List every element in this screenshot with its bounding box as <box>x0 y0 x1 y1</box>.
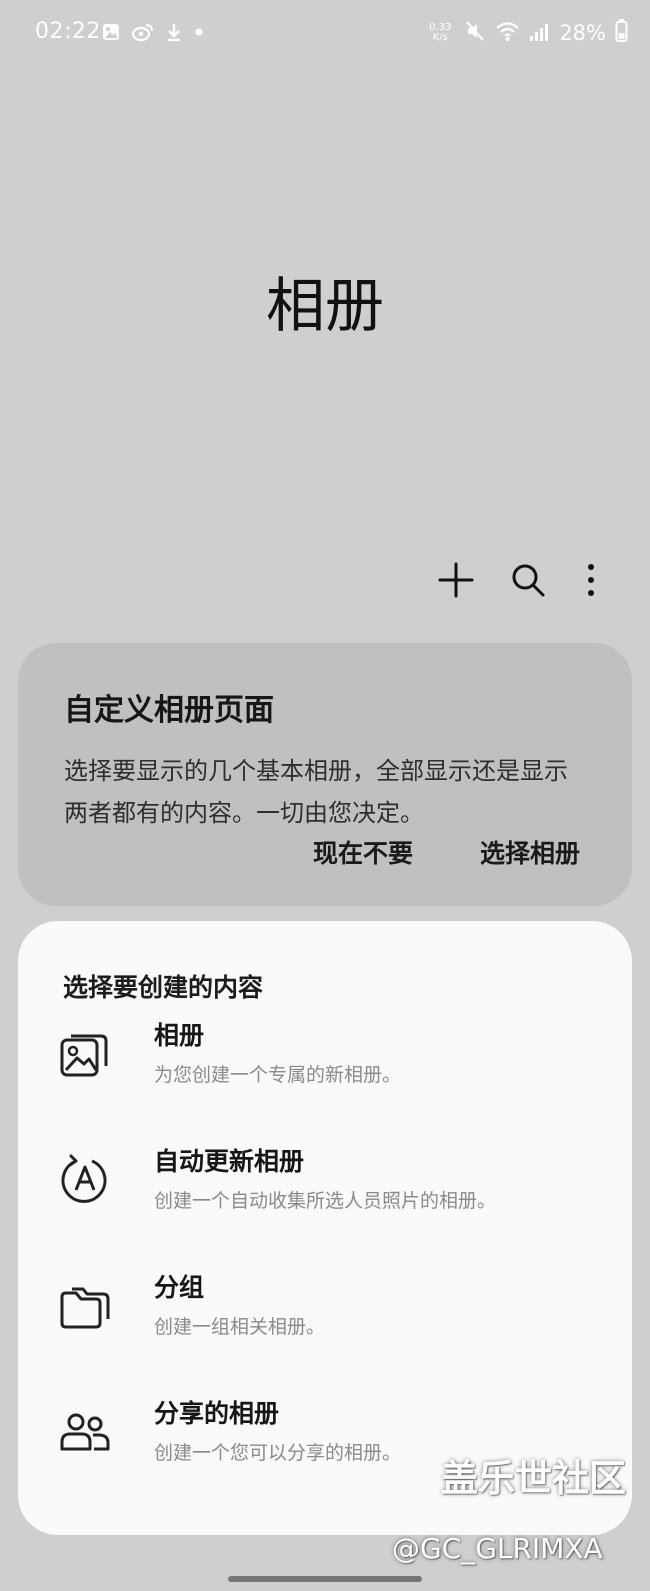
status-time: 02:22 <box>35 19 101 44</box>
weibo-icon <box>131 22 155 42</box>
network-speed-unit: K/s <box>432 31 448 43</box>
more-icon <box>585 561 597 599</box>
signal-icon <box>529 19 550 47</box>
status-right-icons: 0.33 K/s 28% <box>425 18 628 47</box>
status-bar: 02:22 0.33 K/s 28% <box>0 0 650 70</box>
mute-icon <box>464 19 486 47</box>
not-now-button[interactable]: 现在不要 <box>313 837 413 871</box>
shared-people-icon <box>58 1405 112 1459</box>
create-group-option[interactable]: 分组 创建一组相关相册。 <box>18 1249 632 1365</box>
option-title: 自动更新相册 <box>154 1147 305 1176</box>
watermark-brand: 盖乐世社区 <box>441 1457 626 1500</box>
add-button[interactable] <box>433 557 479 603</box>
plus-icon <box>436 560 476 600</box>
watermark-handle: @GC_GLRIMXA <box>392 1532 603 1565</box>
download-icon <box>165 22 183 42</box>
option-description: 创建一组相关相册。 <box>154 1316 326 1338</box>
create-auto-update-album-option[interactable]: 自动更新相册 创建一个自动收集所选人员照片的相册。 <box>18 1123 632 1239</box>
option-description: 为您创建一个专属的新相册。 <box>154 1064 402 1086</box>
customize-card-description: 选择要显示的几个基本相册，全部显示还是显示两者都有的内容。一切由您决定。 <box>64 757 568 827</box>
wifi-icon <box>495 19 520 47</box>
folder-group-icon <box>58 1279 112 1333</box>
option-title: 相册 <box>154 1021 205 1050</box>
more-options-button[interactable] <box>568 557 614 603</box>
network-speed-value: 0.33 <box>429 21 452 33</box>
option-description: 创建一个自动收集所选人员照片的相册。 <box>154 1190 497 1212</box>
status-left-icons <box>101 22 205 42</box>
create-content-sheet: 选择要创建的内容 相册 为您创建一个专属的新相册。 自动更新相册 创建一个自动收… <box>18 921 632 1535</box>
option-title: 分享的相册 <box>154 1399 280 1428</box>
customize-album-card: 自定义相册页面 选择要显示的几个基本相册，全部显示还是显示两者都有的内容。一切由… <box>18 643 632 906</box>
auto-update-icon <box>58 1153 112 1207</box>
battery-percentage: 28% <box>559 20 606 45</box>
page-title: 相册 <box>265 271 384 340</box>
customize-card-title: 自定义相册页面 <box>64 693 274 728</box>
create-album-option[interactable]: 相册 为您创建一个专属的新相册。 <box>18 997 632 1113</box>
option-description: 创建一个您可以分享的相册。 <box>154 1442 402 1464</box>
album-icon <box>58 1027 112 1081</box>
gallery-icon <box>101 22 121 42</box>
dot-icon <box>193 22 205 42</box>
home-indicator[interactable] <box>228 1576 422 1582</box>
network-speed: 0.33 K/s <box>425 21 455 43</box>
search-button[interactable] <box>505 557 551 603</box>
battery-icon <box>615 18 628 47</box>
search-icon <box>509 561 547 599</box>
select-albums-button[interactable]: 选择相册 <box>480 837 580 871</box>
option-title: 分组 <box>154 1273 205 1302</box>
